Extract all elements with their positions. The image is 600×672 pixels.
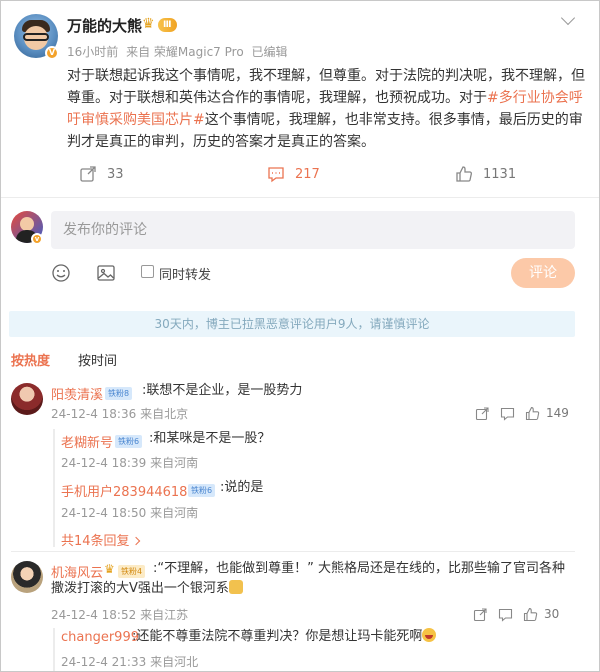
reply-text: :还能不尊重法院不尊重判决？你是想让玛卡能死啊 [132, 627, 437, 647]
reply-text: :说的是 [220, 480, 264, 495]
repost-icon [80, 166, 96, 182]
like-icon[interactable] [525, 406, 540, 421]
post-edited[interactable]: 已编辑 [252, 45, 288, 59]
divider [11, 551, 575, 552]
reply-author-name[interactable]: 老糊新号 [61, 432, 113, 451]
comment-icon [268, 167, 284, 183]
repost-button[interactable]: 33 [79, 161, 124, 187]
post-source: 来自 荣耀Magic7 Pro [126, 45, 244, 59]
commenter-avatar[interactable] [11, 383, 43, 415]
comment-like-count: 30 [544, 607, 560, 621]
comment-meta: 24-12-4 18:52 来自江苏 [51, 608, 189, 622]
weibo-post-page: V 万能的大熊 ♛ Ⅲ 16小时前 来自 荣耀Magic7 Pro 已编辑 对于… [0, 0, 600, 672]
comment-button[interactable]: 217 [267, 161, 320, 187]
post-time[interactable]: 16小时前 [67, 45, 118, 59]
comment-input[interactable] [51, 211, 575, 249]
reply-icon[interactable] [498, 607, 513, 622]
crown-icon: ♛ [142, 16, 155, 32]
reply-meta: 24-12-4 18:39 来自河南 [61, 456, 199, 470]
image-icon[interactable] [96, 263, 116, 283]
laughing-emoji-icon [422, 628, 437, 642]
reply-text: :和某咪是不是一股？ [149, 431, 271, 446]
like-button[interactable]: 1131 [455, 161, 516, 187]
post-author-name[interactable]: 万能的大熊 [67, 15, 142, 36]
chevron-down-icon[interactable] [560, 10, 576, 26]
sort-by-hot-tab[interactable]: 按热度 [11, 350, 50, 369]
comment-count: 217 [295, 166, 320, 182]
blacklist-notice: 30天内，博主已拉黑恶意评论用户9人，请谨慎评论 [9, 311, 575, 337]
emoji-icon[interactable] [51, 263, 71, 283]
comment-like-count: 149 [546, 406, 569, 420]
divider [1, 197, 599, 198]
more-replies-link[interactable]: 共14条回复 [61, 530, 140, 549]
comment-meta: 24-12-4 18:36 来自北京 [51, 407, 189, 421]
fan-badge: 铁粉8 [105, 387, 133, 400]
post-meta: 16小时前 来自 荣耀Magic7 Pro 已编辑 [67, 43, 292, 60]
reply-icon[interactable] [500, 406, 515, 421]
reply-meta: 24-12-4 18:50 来自河南 [61, 506, 199, 520]
reply-author-name[interactable]: 手机用户2839446181 [61, 481, 196, 500]
like-count: 1131 [483, 166, 517, 182]
reply-author-name[interactable]: changer999 [61, 630, 139, 645]
member-level-badge: Ⅲ [158, 18, 177, 32]
repost-checkbox-label[interactable]: 同时转发 [159, 264, 211, 283]
fan-badge: 铁粉6 [115, 435, 143, 448]
verified-badge-icon: V [45, 46, 59, 60]
commenter-name[interactable]: 阳羡清溪 [51, 384, 103, 403]
fan-badge: 铁粉6 [188, 484, 216, 497]
verified-badge-icon: v [31, 233, 43, 245]
share-icon[interactable] [473, 607, 488, 622]
like-icon [456, 166, 472, 182]
sort-by-time-tab[interactable]: 按时间 [78, 350, 117, 369]
repost-checkbox[interactable] [141, 265, 154, 278]
post-action-bar: 33 217 1131 [67, 161, 587, 187]
like-icon[interactable] [523, 607, 538, 622]
comment-text: :联想不是企业，是一股势力 [142, 383, 303, 398]
reply-meta: 24-12-4 21:33 来自河北 [61, 655, 199, 669]
comment-actions: 149 [465, 404, 569, 422]
post-body: 对于联想起诉我这个事情呢，我不理解，但尊重。对于法院的判决呢，我不理解，但尊重。… [67, 68, 585, 150]
chevron-right-icon [131, 536, 140, 546]
repost-count: 33 [107, 166, 124, 182]
share-icon[interactable] [475, 406, 490, 421]
comment-actions: 30 [463, 605, 559, 623]
commenter-avatar[interactable] [11, 561, 43, 593]
comment-text: :“不理解，也能做到尊重！” 大熊格局还是在线的，比那些输了官司各种撒泼打滚的大… [51, 561, 565, 596]
submit-comment-button[interactable]: 评论 [511, 258, 575, 288]
thumbs-up-emoji-icon [228, 580, 243, 594]
